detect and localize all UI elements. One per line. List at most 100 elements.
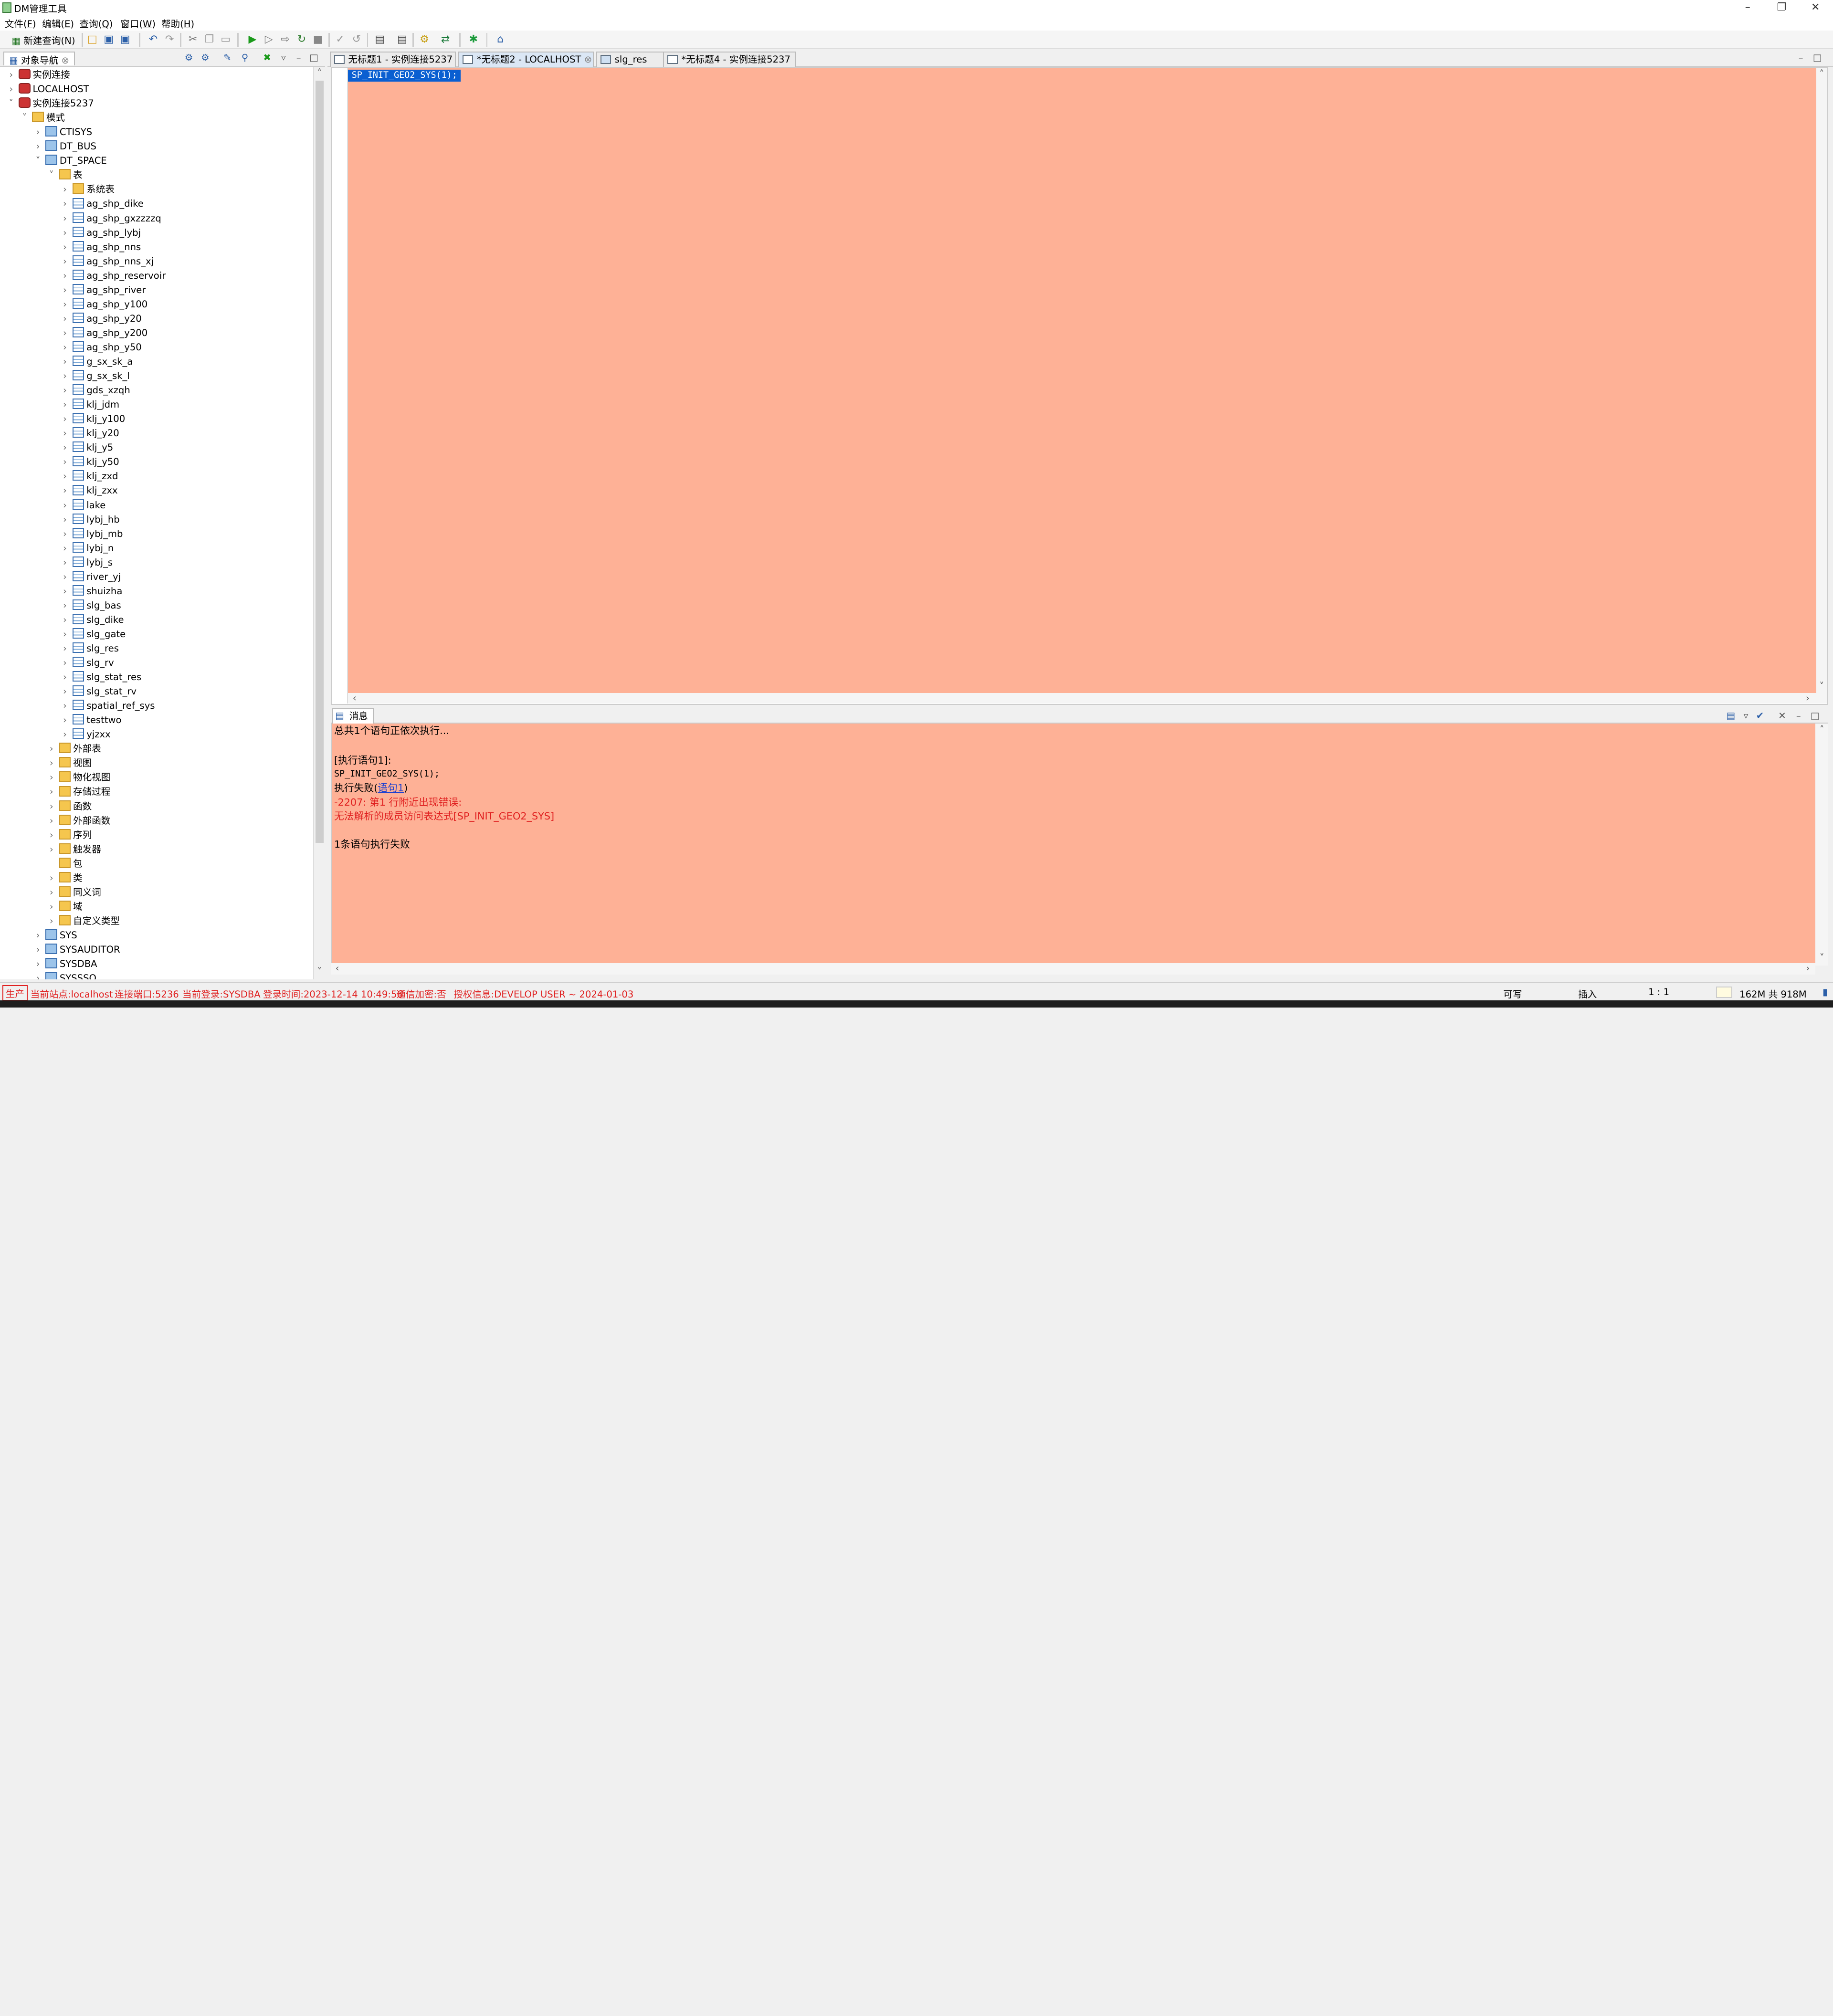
chevron-right-icon[interactable]: › [60, 641, 70, 655]
tree-node[interactable]: › DT_BUS [33, 139, 96, 153]
scroll-left-icon[interactable]: ‹ [332, 963, 343, 974]
chevron-down-icon[interactable]: ▿ [278, 52, 289, 63]
chevron-right-icon[interactable]: › [60, 455, 70, 469]
tree-node[interactable]: › slg_gate [60, 627, 126, 641]
chevron-right-icon[interactable]: › [60, 498, 70, 512]
menu-file[interactable]: 文件(F) [5, 16, 36, 30]
minimize-icon[interactable]: – [1730, 0, 1765, 15]
chevron-right-icon[interactable]: › [60, 713, 70, 727]
edit-icon[interactable]: ✎ [222, 52, 232, 63]
chevron-right-icon[interactable]: › [46, 799, 57, 813]
tree-node[interactable]: › gds_xzqh [60, 383, 130, 397]
chevron-right-icon[interactable]: › [60, 627, 70, 641]
run-plan-icon[interactable]: ⇨ [279, 33, 291, 45]
sql-editor[interactable]: SP_INIT_GEO2_SYS(1); ˄ ˅ ‹ › [331, 66, 1829, 705]
bug-icon[interactable]: ✱ [468, 33, 479, 45]
tree-node[interactable]: › klj_y100 [60, 412, 125, 426]
editor-vertical-scrollbar[interactable]: ˄ ˅ [1816, 67, 1827, 704]
tree-node[interactable]: › 外部函数 [46, 814, 110, 828]
tree-node[interactable]: › ag_shp_y100 [60, 297, 147, 311]
tree-node[interactable]: › ag_shp_y20 [60, 312, 142, 326]
tree-node[interactable]: › g_sx_sk_a [60, 355, 133, 368]
tree-node[interactable]: › spatial_ref_sys [60, 699, 155, 713]
explain-icon[interactable]: ▤ [396, 33, 408, 45]
statement-link[interactable]: 语句1 [378, 782, 404, 794]
chevron-right-icon[interactable]: › [60, 369, 70, 383]
tab-untitled4[interactable]: *无标题4 - 实例连接5237 [663, 51, 796, 67]
scroll-down-icon[interactable]: ˅ [1816, 681, 1827, 692]
tab-slg-res[interactable]: slg_res [596, 51, 664, 67]
tree-node[interactable]: › slg_stat_res [60, 670, 141, 684]
chevron-right-icon[interactable]: › [46, 885, 57, 899]
chevron-down-icon[interactable]: ˅ [6, 96, 16, 110]
chevron-right-icon[interactable]: › [46, 914, 57, 928]
restore-icon[interactable]: ❐ [1764, 0, 1799, 15]
code-area[interactable] [348, 67, 1817, 693]
copy-icon[interactable]: ❐ [203, 33, 215, 45]
maximize-panel-icon[interactable]: □ [1812, 52, 1822, 63]
tree-node[interactable]: › ag_shp_y200 [60, 326, 147, 340]
chevron-right-icon[interactable]: › [60, 269, 70, 283]
nav-tab[interactable]: ▦ 对象导航 ⊗ [3, 51, 75, 66]
connect-icon[interactable]: ⚙ [200, 52, 211, 63]
tree-node[interactable]: › shuizha [60, 584, 122, 598]
close-icon[interactable]: ⊗ [61, 55, 69, 66]
home-icon[interactable]: ⌂ [495, 33, 506, 45]
tree-node[interactable]: › slg_bas [60, 598, 121, 612]
scrollbar-thumb[interactable] [315, 80, 324, 843]
tree-node[interactable]: › 实例连接 [6, 68, 70, 82]
chevron-right-icon[interactable]: › [46, 842, 57, 856]
menu-query[interactable]: 查询(Q) [80, 16, 113, 30]
tree-node[interactable]: › klj_y50 [60, 455, 119, 469]
chevron-right-icon[interactable]: › [60, 541, 70, 555]
tree-node[interactable]: › klj_y5 [60, 441, 113, 454]
tree-node[interactable]: › yjzxx [60, 727, 111, 741]
tree-node[interactable]: › ag_shp_dike [60, 197, 144, 210]
scroll-right-icon[interactable]: › [1802, 693, 1813, 704]
chevron-right-icon[interactable]: › [60, 483, 70, 497]
undo-icon[interactable]: ↶ [147, 33, 159, 45]
run-icon[interactable]: ▶ [247, 33, 258, 45]
run-step-icon[interactable]: ▷ [263, 33, 274, 45]
tree-node[interactable]: › klj_y20 [60, 426, 119, 440]
chevron-down-icon[interactable]: ˅ [33, 154, 43, 168]
scroll-up-icon[interactable]: ˄ [1817, 724, 1827, 735]
chevron-down-icon[interactable]: ▿ [1741, 710, 1751, 721]
chevron-right-icon[interactable]: › [60, 211, 70, 225]
chevron-right-icon[interactable]: › [46, 742, 57, 756]
scroll-down-icon[interactable]: ˅ [314, 966, 325, 977]
tree-node[interactable]: › 同义词 [46, 885, 101, 899]
chevron-right-icon[interactable]: › [60, 469, 70, 483]
chevron-right-icon[interactable]: › [60, 326, 70, 340]
minimize-panel-icon[interactable]: – [294, 52, 304, 63]
tree-node[interactable]: › 函数 [46, 799, 92, 813]
tree-node[interactable]: › 触发器 [46, 842, 101, 856]
commit-icon[interactable]: ✓ [334, 33, 346, 45]
tree-node[interactable]: › ag_shp_lybj [60, 226, 141, 240]
chevron-right-icon[interactable]: › [33, 957, 43, 971]
chevron-right-icon[interactable]: › [33, 139, 43, 153]
tree-node[interactable]: › klj_jdm [60, 398, 119, 411]
tree-node[interactable]: › lybj_hb [60, 513, 120, 526]
tree-node[interactable]: › SYSAUDITOR [33, 943, 120, 956]
chevron-right-icon[interactable]: › [60, 312, 70, 326]
menu-help[interactable]: 帮助(H) [161, 16, 194, 30]
chevron-right-icon[interactable]: › [60, 727, 70, 741]
scroll-right-icon[interactable]: › [1802, 963, 1813, 974]
view-menu-icon[interactable]: ▤ [1726, 710, 1736, 721]
tree-node[interactable]: ˅ 模式 [19, 111, 65, 125]
chevron-right-icon[interactable]: › [60, 670, 70, 684]
tree-node[interactable]: › 物化视图 [46, 770, 110, 784]
tree-node[interactable]: › ag_shp_river [60, 283, 146, 297]
chevron-down-icon[interactable]: ˅ [46, 168, 57, 182]
close-icon[interactable]: ⊗ [584, 54, 592, 65]
paste-icon[interactable]: ▭ [220, 33, 231, 45]
tab-untitled2[interactable]: *无标题2 - LOCALHOST ⊗ [458, 51, 594, 67]
tree-node[interactable]: › ag_shp_nns_xj [60, 254, 154, 268]
tree-node[interactable]: ˅ 表 [46, 168, 83, 182]
save-icon[interactable]: ▣ [103, 33, 115, 45]
maximize-panel-icon[interactable]: □ [1810, 710, 1820, 721]
search-icon[interactable]: ⚲ [240, 52, 250, 63]
chevron-right-icon[interactable]: › [60, 297, 70, 311]
message-vertical-scrollbar[interactable]: ˄ ˅ [1815, 723, 1829, 966]
